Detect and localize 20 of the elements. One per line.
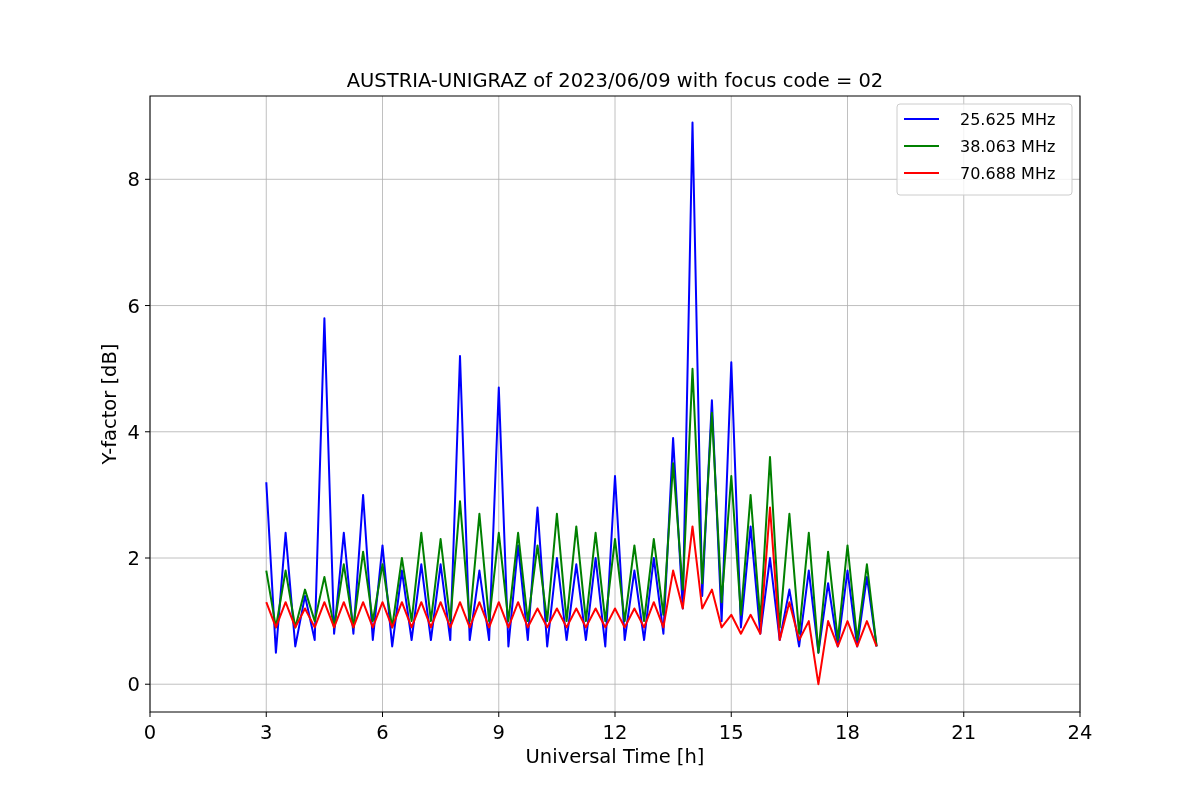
chart-title: AUSTRIA-UNIGRAZ of 2023/06/09 with focus code = 02 bbox=[346, 69, 884, 92]
x-tick-label: 12 bbox=[602, 721, 628, 744]
y-tick-label: 6 bbox=[127, 294, 140, 318]
legend-label: 25.625 MHz bbox=[960, 110, 1056, 129]
x-axis-label: Universal Time [h] bbox=[525, 745, 705, 768]
x-tick-label: 21 bbox=[951, 721, 977, 744]
y-axis-label: Y-factor [dB] bbox=[98, 343, 121, 465]
x-tick-label: 15 bbox=[718, 721, 744, 744]
y-tick-label: 2 bbox=[127, 547, 140, 570]
x-tick-label: 6 bbox=[376, 721, 389, 744]
y-tick-label: 0 bbox=[127, 673, 140, 697]
x-tick-label: 3 bbox=[260, 721, 273, 744]
y-tick-label: 4 bbox=[127, 420, 140, 444]
x-tick-label: 0 bbox=[143, 721, 157, 744]
legend-label: 38.063 MHz bbox=[960, 137, 1056, 156]
x-tick-label: 18 bbox=[835, 721, 860, 744]
x-tick-label: 9 bbox=[492, 721, 505, 744]
x-tick-label: 24 bbox=[1067, 721, 1093, 744]
y-tick-label: 8 bbox=[127, 168, 140, 192]
legend-label: 70.688 MHz bbox=[960, 164, 1056, 183]
